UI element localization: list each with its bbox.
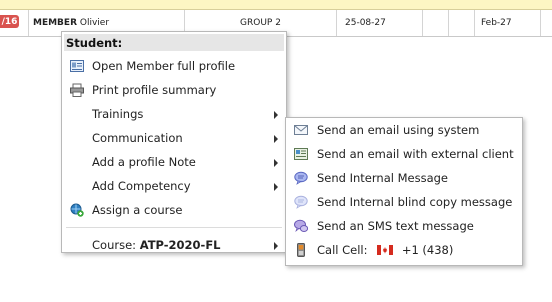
call-cell-text: Call Cell: +1 (438) [317, 243, 453, 257]
menu-item-course[interactable]: Course: ATP-2020-FL [62, 233, 286, 257]
empty-cell [448, 10, 474, 36]
menu-item-label: Communication [92, 131, 183, 145]
submenu-item-label: Send an SMS text message [317, 219, 474, 233]
menu-item-open-profile[interactable]: Open Member full profile [62, 54, 286, 78]
course-label: Course: ATP-2020-FL [92, 238, 221, 252]
member-name: Olivier [79, 18, 110, 28]
menu-item-add-profile-note[interactable]: Add a profile Note [62, 150, 286, 174]
mobile-phone-icon [297, 243, 305, 257]
submenu-item-email-external[interactable]: Send an email with external client [286, 142, 522, 166]
envelope-icon [294, 125, 308, 135]
member-prefix: MEMBER [33, 18, 77, 28]
speech-bubble-icon [294, 171, 308, 185]
date-label: 25-08-27 [345, 18, 386, 28]
submenu-item-internal-message[interactable]: Send Internal Message [286, 166, 522, 190]
call-cell-label: Call Cell: [317, 243, 368, 257]
status-badge: /16 [0, 15, 19, 28]
assign-course-icon [70, 203, 84, 217]
submenu-item-sms[interactable]: Send an SMS text message [286, 214, 522, 238]
menu-item-add-competency[interactable]: Add Competency [62, 174, 286, 198]
date-cell: 25-08-27 [336, 10, 422, 36]
course-code: ATP-2020-FL [139, 238, 221, 252]
submenu-item-label: Send Internal blind copy message [317, 195, 513, 209]
email-client-icon [294, 148, 308, 160]
menu-item-print-profile[interactable]: Print profile summary [62, 78, 286, 102]
menu-item-trainings[interactable]: Trainings [62, 102, 286, 126]
menu-item-assign-course[interactable]: Assign a course [62, 198, 286, 222]
menu-item-label: Print profile summary [92, 83, 217, 97]
menu-divider [66, 227, 282, 228]
month-label: Feb-27 [481, 18, 512, 28]
submenu-arrow-icon [274, 183, 278, 191]
table-row-previous[interactable] [0, 0, 552, 10]
menu-item-communication[interactable]: Communication [62, 126, 286, 150]
submenu-item-email-system[interactable]: Send an email using system [286, 118, 522, 142]
menu-item-label: Assign a course [92, 203, 183, 217]
submenu-arrow-icon [274, 135, 278, 143]
student-context-menu: Student: Open Member full profile Print … [61, 31, 287, 253]
submenu-item-call-cell[interactable]: Call Cell: +1 (438) [286, 238, 522, 262]
submenu-arrow-icon [274, 242, 278, 250]
sms-bubble-icon [294, 219, 308, 233]
submenu-item-label: Send an email using system [317, 123, 480, 137]
submenu-item-blind-copy[interactable]: Send Internal blind copy message [286, 190, 522, 214]
submenu-arrow-icon [274, 159, 278, 167]
profile-card-icon [70, 60, 84, 72]
menu-item-label: Open Member full profile [92, 59, 236, 73]
menu-header: Student: [64, 34, 284, 51]
menu-item-label: Add Competency [92, 179, 191, 193]
menu-item-label: Trainings [92, 107, 144, 121]
submenu-item-label: Send an email with external client [317, 147, 514, 161]
submenu-arrow-icon [274, 111, 278, 119]
communication-submenu: Send an email using system Send an email… [285, 117, 523, 266]
course-prefix: Course: [92, 238, 137, 252]
empty-cell [540, 10, 552, 36]
empty-cell [422, 10, 448, 36]
submenu-item-label: Send Internal Message [317, 171, 448, 185]
month-cell: Feb-27 [474, 10, 540, 36]
canada-flag-icon [377, 245, 394, 255]
printer-icon [70, 83, 84, 97]
speech-bubble-faded-icon [294, 195, 308, 209]
group-label: GROUP 2 [240, 18, 281, 28]
call-cell-number: +1 (438) [401, 243, 454, 257]
menu-item-label: Add a profile Note [92, 155, 196, 169]
